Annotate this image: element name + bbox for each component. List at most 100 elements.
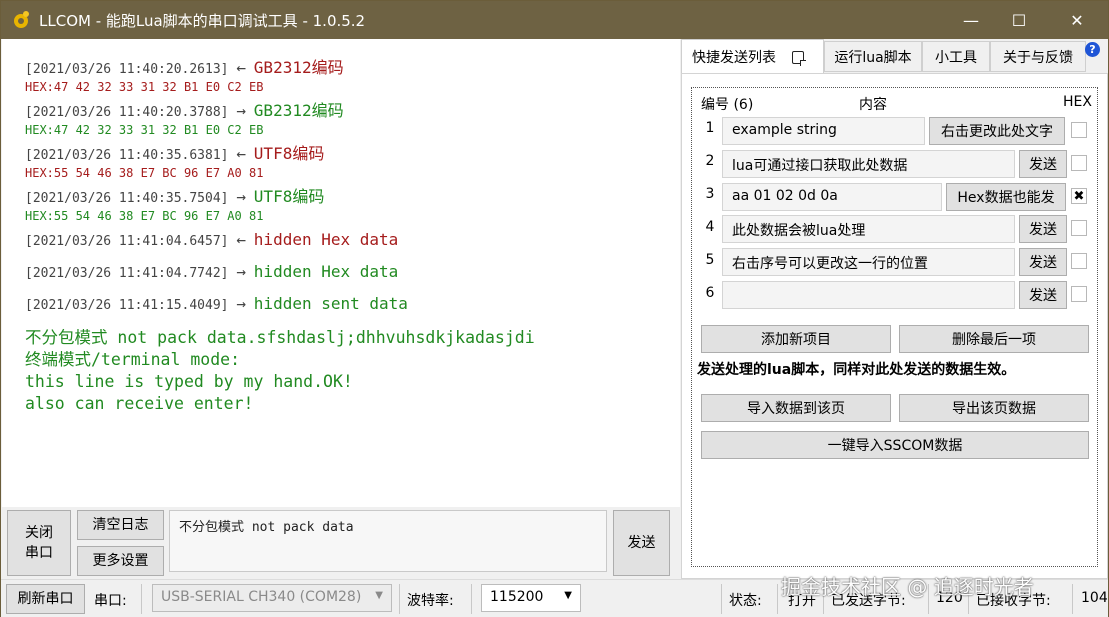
log-message: hidden Hex data: [253, 262, 399, 281]
divider: [721, 584, 722, 614]
baud-select[interactable]: 115200 ▼: [481, 584, 581, 612]
baud-label: 波特率:: [407, 593, 454, 609]
app-window: LLCOM - 能跑Lua脚本的串口调试工具 - 1.0.5.2 — ☐ ✕ […: [0, 0, 1109, 617]
log-entry: [2021/03/26 11:40:35.7504] → UTF8编码 HEX:5…: [25, 188, 680, 224]
port-label: 串口:: [94, 593, 127, 609]
tab-bar: 快捷发送列表 运行lua脚本 小工具 关于与反馈: [681, 39, 1108, 73]
port-value: USB-SERIAL CH340 (COM28): [161, 589, 362, 605]
log-entry-header: [2021/03/26 11:41:04.7742] → hidden Hex …: [25, 263, 680, 283]
log-entry-header: [2021/03/26 11:40:35.7504] → UTF8编码: [25, 188, 680, 208]
log-entry: [2021/03/26 11:40:35.6381] ← UTF8编码 HEX:5…: [25, 145, 680, 181]
log-message: hidden sent data: [253, 294, 408, 313]
tab-about[interactable]: 关于与反馈: [990, 41, 1086, 72]
log-message: UTF8编码: [253, 187, 325, 206]
log-entry: [2021/03/26 11:40:20.3788] → GB2312编码 HEX…: [25, 102, 680, 138]
row-content-input[interactable]: aa 01 02 0d 0a: [722, 183, 942, 211]
help-icon[interactable]: ?: [1085, 42, 1100, 57]
divider: [471, 584, 472, 614]
send-button[interactable]: 发送: [613, 510, 670, 576]
minimize-button[interactable]: —: [948, 1, 994, 39]
hex-checkbox[interactable]: [1071, 253, 1087, 269]
direction-arrow: →: [236, 101, 246, 120]
chevron-down-icon: ▼: [375, 590, 383, 601]
document-icon: [792, 51, 806, 66]
export-page-button[interactable]: 导出该页数据: [899, 394, 1089, 422]
add-item-button[interactable]: 添加新项目: [701, 325, 891, 353]
maximize-button[interactable]: ☐: [996, 1, 1042, 39]
row-content-input[interactable]: lua可通过接口获取此处数据: [722, 150, 1015, 178]
divider: [1072, 584, 1073, 614]
log-entry: [2021/03/26 11:41:04.7742] → hidden Hex …: [25, 263, 680, 283]
hex-checkbox[interactable]: [1071, 286, 1087, 302]
log-entry: [2021/03/26 11:41:04.6457] ← hidden Hex …: [25, 231, 680, 251]
hex-checkbox[interactable]: [1071, 155, 1087, 171]
direction-arrow: →: [236, 187, 246, 206]
log-entry-header: [2021/03/26 11:41:04.6457] ← hidden Hex …: [25, 231, 680, 251]
tab-tools[interactable]: 小工具: [922, 41, 990, 72]
direction-arrow: ←: [236, 144, 246, 163]
row-send-button[interactable]: 发送: [1019, 248, 1067, 276]
log-line: this line is typed by my hand.OK!: [25, 372, 353, 391]
direction-arrow: ←: [236, 58, 246, 77]
header-number: 编号 (6): [701, 97, 754, 113]
row-number[interactable]: 6: [700, 285, 720, 301]
close-port-button[interactable]: 关闭 串口: [7, 510, 71, 576]
log-entry: [2021/03/26 11:40:20.2613] ← GB2312编码 HEX…: [25, 59, 680, 95]
chevron-down-icon: ▼: [564, 590, 572, 601]
divider: [141, 584, 142, 614]
row-send-button[interactable]: 发送: [1019, 215, 1067, 243]
import-sscom-button[interactable]: 一键导入SSCOM数据: [701, 431, 1089, 459]
tab-lua-script[interactable]: 运行lua脚本: [824, 41, 922, 72]
title-bar[interactable]: LLCOM - 能跑Lua脚本的串口调试工具 - 1.0.5.2 — ☐ ✕: [1, 1, 1108, 39]
receive-log[interactable]: [2021/03/26 11:40:20.2613] ← GB2312编码 HEX…: [2, 39, 680, 507]
log-entry-header: [2021/03/26 11:40:20.3788] → GB2312编码: [25, 102, 680, 122]
row-send-button[interactable]: 发送: [1019, 281, 1067, 309]
row-send-button[interactable]: Hex数据也能发: [946, 183, 1066, 211]
row-content-input[interactable]: example string: [722, 117, 925, 145]
hex-checkbox[interactable]: [1071, 220, 1087, 236]
row-send-button[interactable]: 发送: [1019, 150, 1067, 178]
divider: [777, 584, 778, 614]
app-gear-icon: [14, 11, 29, 28]
log-timestamp: [2021/03/26 11:40:35.6381]: [25, 148, 229, 163]
hex-checkbox[interactable]: [1071, 122, 1087, 138]
row-send-button[interactable]: 右击更改此处文字: [929, 117, 1065, 145]
row-number[interactable]: 4: [700, 219, 720, 235]
log-message: GB2312编码: [253, 58, 344, 77]
import-page-button[interactable]: 导入数据到该页: [701, 394, 891, 422]
row-number[interactable]: 1: [700, 120, 720, 136]
clear-log-button[interactable]: 清空日志: [77, 510, 164, 540]
more-settings-button[interactable]: 更多设置: [77, 546, 164, 576]
log-timestamp: [2021/03/26 11:40:35.7504]: [25, 191, 229, 206]
refresh-port-button[interactable]: 刷新串口: [6, 584, 85, 614]
direction-arrow: ←: [236, 230, 246, 249]
log-hex: HEX:47 42 32 33 31 32 B1 E0 C2 EB: [25, 80, 264, 94]
plain-log-lines: 不分包模式 not pack data.sfshdaslj;dhhvuhsdkj…: [25, 327, 680, 415]
hex-checkbox-checked[interactable]: ✖: [1071, 188, 1087, 204]
row-number[interactable]: 2: [700, 153, 720, 169]
state-label: 状态:: [729, 593, 762, 609]
log-line: 不分包模式 not pack data.sfshdaslj;dhhvuhsdkj…: [25, 328, 535, 347]
log-line: 终端模式/terminal mode:: [25, 350, 241, 369]
divider: [399, 584, 400, 614]
window-title: LLCOM - 能跑Lua脚本的串口调试工具 - 1.0.5.2: [39, 12, 366, 30]
row-content-input[interactable]: [722, 281, 1015, 309]
log-timestamp: [2021/03/26 11:40:20.3788]: [25, 105, 229, 120]
port-select[interactable]: USB-SERIAL CH340 (COM28) ▼: [152, 584, 392, 612]
log-timestamp: [2021/03/26 11:41:15.4049]: [25, 298, 229, 313]
row-number[interactable]: 5: [700, 252, 720, 268]
row-content-input[interactable]: 此处数据会被lua处理: [722, 215, 1015, 243]
baud-value: 115200: [490, 589, 544, 605]
send-input[interactable]: 不分包模式 not pack data: [169, 510, 607, 572]
row-number[interactable]: 3: [700, 186, 720, 202]
received-bytes-value: 104: [1081, 590, 1108, 606]
close-window-button[interactable]: ✕: [1054, 1, 1100, 39]
direction-arrow: →: [236, 294, 246, 313]
watermark: 掘金技术社区 @ 追逐时光者: [781, 575, 1034, 599]
log-entries: [2021/03/26 11:40:20.2613] ← GB2312编码 HEX…: [25, 59, 680, 315]
log-entry-header: [2021/03/26 11:40:35.6381] ← UTF8编码: [25, 145, 680, 165]
remove-last-button[interactable]: 删除最后一项: [899, 325, 1089, 353]
tab-quick-send[interactable]: 快捷发送列表: [681, 39, 824, 73]
row-content-input[interactable]: 右击序号可以更改这一行的位置: [722, 248, 1015, 276]
lua-info-text: 发送处理的lua脚本，同样对此处发送的数据生效。: [697, 362, 1016, 378]
